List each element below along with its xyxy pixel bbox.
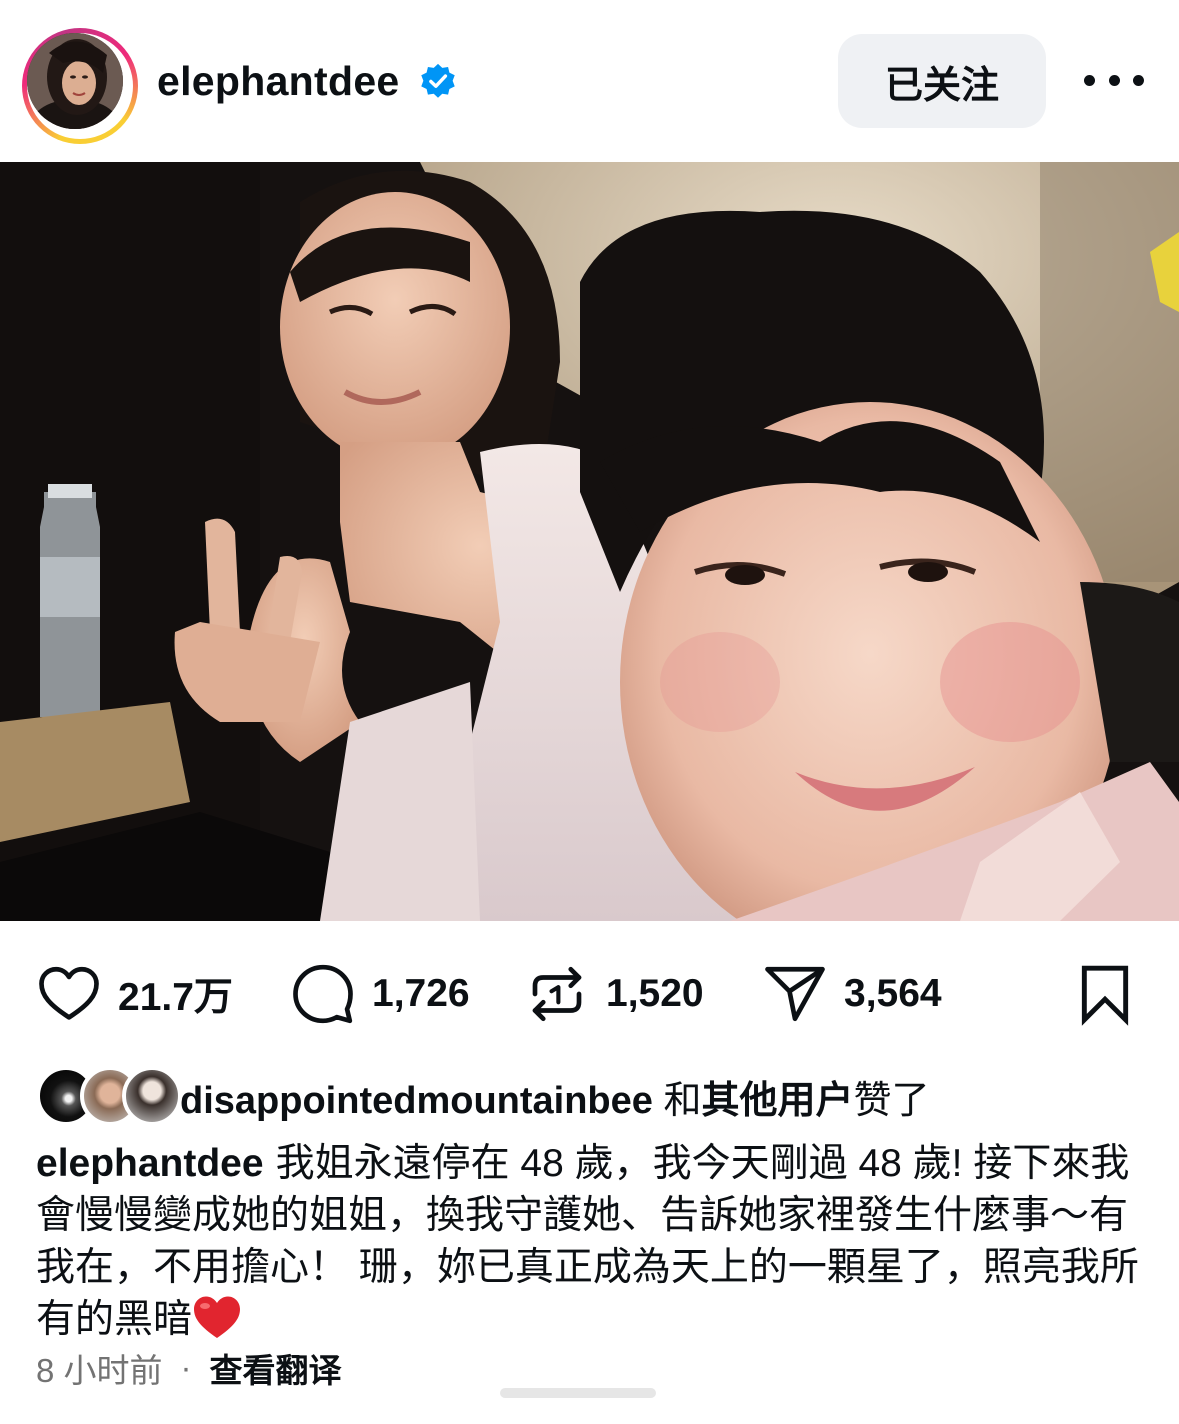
like-button[interactable]: 21.7万 (36, 962, 233, 1026)
share-count: 3,564 (844, 972, 942, 1015)
like-count: 21.7万 (118, 976, 233, 1019)
comment-icon (293, 964, 353, 1024)
bookmark-icon (1081, 965, 1129, 1026)
liked-by-text: disappointedmountainbee 和其他用户赞了 (180, 1069, 930, 1124)
repost-icon (532, 966, 582, 1022)
repost-button[interactable]: 1,520 (524, 962, 704, 1026)
comment-count: 1,726 (372, 972, 470, 1015)
red-heart-emoji-icon (194, 1296, 241, 1338)
liker-avatars (36, 1066, 182, 1126)
send-icon (765, 966, 825, 1022)
liker-username[interactable]: disappointedmountainbee (180, 1080, 653, 1122)
post-photo[interactable] (0, 162, 1179, 921)
post-caption: elephantdee 我姐永遠停在 48 歲，我今天剛過 48 歲! 接下來我會… (36, 1138, 1146, 1346)
liked-by-connector: 和 (663, 1079, 702, 1122)
username[interactable]: elephantdee (157, 58, 400, 105)
post-footer: 8 小时前 · 查看翻译 (36, 1344, 342, 1392)
action-bar: 21.7万 1,726 1,520 3,564 (0, 940, 1179, 1050)
see-translation-link[interactable]: 查看翻译 (210, 1344, 342, 1392)
home-indicator (500, 1388, 656, 1398)
caption-username[interactable]: elephantdee (36, 1142, 264, 1185)
verified-badge-icon (421, 63, 455, 98)
post-header: elephantdee 已关注 (0, 0, 1179, 162)
others-link[interactable]: 其他用户 (701, 1080, 853, 1122)
repost-count: 1,520 (606, 972, 704, 1015)
following-button[interactable]: 已关注 (838, 34, 1046, 128)
heart-icon (39, 966, 99, 1020)
profile-avatar[interactable] (22, 28, 138, 144)
liked-by-row[interactable]: disappointedmountainbee 和其他用户赞了 (36, 1066, 930, 1126)
share-button[interactable]: 3,564 (762, 962, 942, 1026)
liker-avatar (122, 1066, 182, 1126)
separator-dot: · (180, 1349, 192, 1386)
post-timestamp: 8 小时前 (36, 1352, 163, 1389)
save-button[interactable] (1074, 962, 1136, 1026)
comment-button[interactable]: 1,726 (290, 962, 470, 1026)
liked-by-end: 赞了 (853, 1079, 930, 1122)
more-dots-icon[interactable] (1084, 60, 1144, 100)
avatar-image (27, 33, 123, 129)
